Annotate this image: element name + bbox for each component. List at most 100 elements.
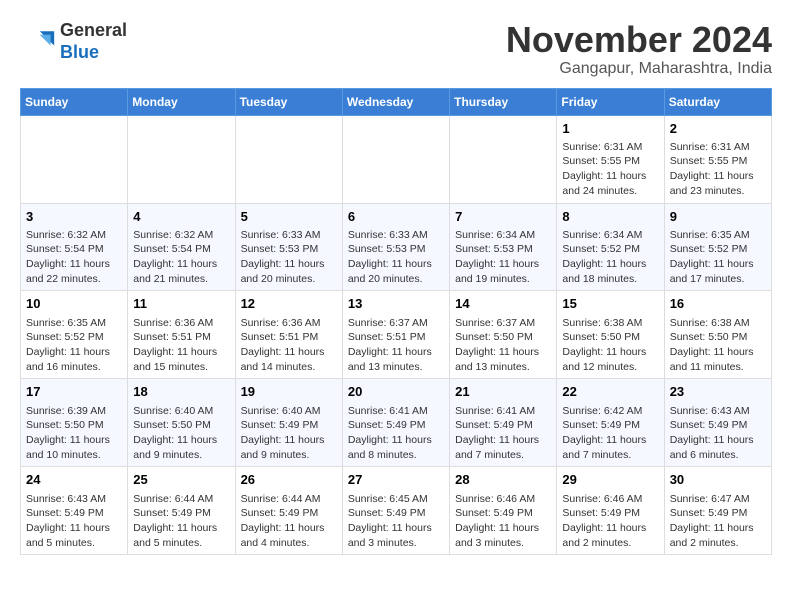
day-info: Sunrise: 6:41 AMSunset: 5:49 PMDaylight:… — [455, 404, 551, 463]
calendar-cell-1-3 — [235, 115, 342, 203]
calendar-cell-5-3: 26Sunrise: 6:44 AMSunset: 5:49 PMDayligh… — [235, 467, 342, 555]
day-number: 3 — [26, 208, 122, 226]
calendar-cell-2-4: 6Sunrise: 6:33 AMSunset: 5:53 PMDaylight… — [342, 203, 449, 291]
day-number: 6 — [348, 208, 444, 226]
day-number: 13 — [348, 295, 444, 313]
day-number: 8 — [562, 208, 658, 226]
logo-blue-text: Blue — [60, 42, 99, 62]
day-info: Sunrise: 6:42 AMSunset: 5:49 PMDaylight:… — [562, 404, 658, 463]
day-number: 28 — [455, 471, 551, 489]
calendar-cell-4-4: 20Sunrise: 6:41 AMSunset: 5:49 PMDayligh… — [342, 379, 449, 467]
day-number: 10 — [26, 295, 122, 313]
day-info: Sunrise: 6:43 AMSunset: 5:49 PMDaylight:… — [670, 404, 766, 463]
calendar-cell-3-3: 12 Sunrise: 6:36 AMSunset: 5:51 PMDayligh… — [235, 291, 342, 379]
logo-icon — [20, 24, 56, 60]
day-info: Sunrise: 6:46 AMSunset: 5:49 PMDaylight:… — [562, 492, 658, 551]
day-number: 12 — [241, 295, 337, 313]
day-info: Sunrise: 6:43 AMSunset: 5:49 PMDaylight:… — [26, 492, 122, 551]
day-info: Sunrise: 6:40 AMSunset: 5:49 PMDaylight:… — [241, 404, 337, 463]
calendar-cell-5-6: 29 Sunrise: 6:46 AMSunset: 5:49 PMDayligh… — [557, 467, 664, 555]
day-info: Sunrise: 6:38 AMSunset: 5:50 PMDaylight:… — [670, 316, 766, 375]
day-info: Sunrise: 6:44 AMSunset: 5:49 PMDaylight:… — [241, 492, 337, 551]
logo: General Blue — [20, 20, 127, 63]
calendar-cell-3-2: 11 Sunrise: 6:36 AMSunset: 5:51 PMDayligh… — [128, 291, 235, 379]
calendar-header-row: SundayMondayTuesdayWednesdayThursdayFrid… — [21, 88, 772, 115]
logo-general-text: General — [60, 20, 127, 40]
calendar-week-3: 10Sunrise: 6:35 AMSunset: 5:52 PMDayligh… — [21, 291, 772, 379]
day-number: 23 — [670, 383, 766, 401]
day-info: Sunrise: 6:40 AMSunset: 5:50 PMDaylight:… — [133, 404, 229, 463]
calendar-header-monday: Monday — [128, 88, 235, 115]
day-info: Sunrise: 6:35 AMSunset: 5:52 PMDaylight:… — [670, 228, 766, 287]
calendar-cell-5-7: 30 Sunrise: 6:47 AMSunset: 5:49 PMDayligh… — [664, 467, 771, 555]
calendar-cell-4-3: 19 Sunrise: 6:40 AMSunset: 5:49 PMDayligh… — [235, 379, 342, 467]
calendar-header-tuesday: Tuesday — [235, 88, 342, 115]
day-number: 20 — [348, 383, 444, 401]
day-info: Sunrise: 6:38 AMSunset: 5:50 PMDaylight:… — [562, 316, 658, 375]
calendar-cell-1-7: 2 Sunrise: 6:31 AMSunset: 5:55 PMDaylight… — [664, 115, 771, 203]
day-number: 19 — [241, 383, 337, 401]
day-number: 30 — [670, 471, 766, 489]
calendar-week-5: 24 Sunrise: 6:43 AMSunset: 5:49 PMDayligh… — [21, 467, 772, 555]
calendar-cell-2-6: 8 Sunrise: 6:34 AMSunset: 5:52 PMDaylight… — [557, 203, 664, 291]
day-number: 22 — [562, 383, 658, 401]
day-info: Sunrise: 6:46 AMSunset: 5:49 PMDaylight:… — [455, 492, 551, 551]
day-info: Sunrise: 6:45 AMSunset: 5:49 PMDaylight:… — [348, 492, 444, 551]
day-number: 25 — [133, 471, 229, 489]
day-number: 9 — [670, 208, 766, 226]
calendar-cell-1-4 — [342, 115, 449, 203]
calendar-cell-5-4: 27 Sunrise: 6:45 AMSunset: 5:49 PMDayligh… — [342, 467, 449, 555]
day-info: Sunrise: 6:34 AMSunset: 5:52 PMDaylight:… — [562, 228, 658, 287]
calendar-week-4: 17 Sunrise: 6:39 AMSunset: 5:50 PMDayligh… — [21, 379, 772, 467]
calendar-cell-2-2: 4 Sunrise: 6:32 AMSunset: 5:54 PMDaylight… — [128, 203, 235, 291]
day-info: Sunrise: 6:39 AMSunset: 5:50 PMDaylight:… — [26, 404, 122, 463]
day-info: Sunrise: 6:36 AMSunset: 5:51 PMDaylight:… — [241, 316, 337, 375]
day-number: 29 — [562, 471, 658, 489]
calendar-header-thursday: Thursday — [450, 88, 557, 115]
day-number: 1 — [562, 120, 658, 138]
day-number: 11 — [133, 295, 229, 313]
location-subtitle: Gangapur, Maharashtra, India — [506, 60, 772, 78]
day-number: 24 — [26, 471, 122, 489]
day-info: Sunrise: 6:37 AMSunset: 5:50 PMDaylight:… — [455, 316, 551, 375]
calendar-cell-3-1: 10Sunrise: 6:35 AMSunset: 5:52 PMDayligh… — [21, 291, 128, 379]
day-number: 27 — [348, 471, 444, 489]
day-info: Sunrise: 6:33 AMSunset: 5:53 PMDaylight:… — [241, 228, 337, 287]
day-info: Sunrise: 6:47 AMSunset: 5:49 PMDaylight:… — [670, 492, 766, 551]
calendar-cell-1-2 — [128, 115, 235, 203]
calendar-cell-3-6: 15 Sunrise: 6:38 AMSunset: 5:50 PMDayligh… — [557, 291, 664, 379]
calendar-cell-4-2: 18Sunrise: 6:40 AMSunset: 5:50 PMDayligh… — [128, 379, 235, 467]
calendar-cell-4-7: 23 Sunrise: 6:43 AMSunset: 5:49 PMDayligh… — [664, 379, 771, 467]
day-number: 15 — [562, 295, 658, 313]
day-number: 14 — [455, 295, 551, 313]
calendar-week-1: 1 Sunrise: 6:31 AMSunset: 5:55 PMDaylight… — [21, 115, 772, 203]
calendar-cell-4-6: 22 Sunrise: 6:42 AMSunset: 5:49 PMDayligh… — [557, 379, 664, 467]
day-number: 4 — [133, 208, 229, 226]
calendar-header-saturday: Saturday — [664, 88, 771, 115]
day-number: 2 — [670, 120, 766, 138]
calendar-cell-2-7: 9 Sunrise: 6:35 AMSunset: 5:52 PMDaylight… — [664, 203, 771, 291]
calendar-cell-3-4: 13Sunrise: 6:37 AMSunset: 5:51 PMDayligh… — [342, 291, 449, 379]
calendar-cell-2-5: 7Sunrise: 6:34 AMSunset: 5:53 PMDaylight… — [450, 203, 557, 291]
calendar-cell-2-1: 3 Sunrise: 6:32 AMSunset: 5:54 PMDaylight… — [21, 203, 128, 291]
calendar-cell-3-5: 14 Sunrise: 6:37 AMSunset: 5:50 PMDayligh… — [450, 291, 557, 379]
calendar-cell-5-1: 24 Sunrise: 6:43 AMSunset: 5:49 PMDayligh… — [21, 467, 128, 555]
calendar-header-friday: Friday — [557, 88, 664, 115]
calendar-cell-4-5: 21Sunrise: 6:41 AMSunset: 5:49 PMDayligh… — [450, 379, 557, 467]
calendar-cell-3-7: 16 Sunrise: 6:38 AMSunset: 5:50 PMDayligh… — [664, 291, 771, 379]
month-title: November 2024 — [506, 20, 772, 60]
day-info: Sunrise: 6:36 AMSunset: 5:51 PMDaylight:… — [133, 316, 229, 375]
day-info: Sunrise: 6:31 AMSunset: 5:55 PMDaylight:… — [670, 140, 766, 199]
day-number: 5 — [241, 208, 337, 226]
day-info: Sunrise: 6:32 AMSunset: 5:54 PMDaylight:… — [133, 228, 229, 287]
calendar-header-wednesday: Wednesday — [342, 88, 449, 115]
day-info: Sunrise: 6:32 AMSunset: 5:54 PMDaylight:… — [26, 228, 122, 287]
day-number: 7 — [455, 208, 551, 226]
title-block: November 2024 Gangapur, Maharashtra, Ind… — [506, 20, 772, 78]
day-number: 17 — [26, 383, 122, 401]
day-info: Sunrise: 6:44 AMSunset: 5:49 PMDaylight:… — [133, 492, 229, 551]
day-number: 16 — [670, 295, 766, 313]
calendar-table: SundayMondayTuesdayWednesdayThursdayFrid… — [20, 88, 772, 556]
calendar-cell-5-5: 28 Sunrise: 6:46 AMSunset: 5:49 PMDayligh… — [450, 467, 557, 555]
page-header: General Blue November 2024 Gangapur, Mah… — [20, 20, 772, 78]
